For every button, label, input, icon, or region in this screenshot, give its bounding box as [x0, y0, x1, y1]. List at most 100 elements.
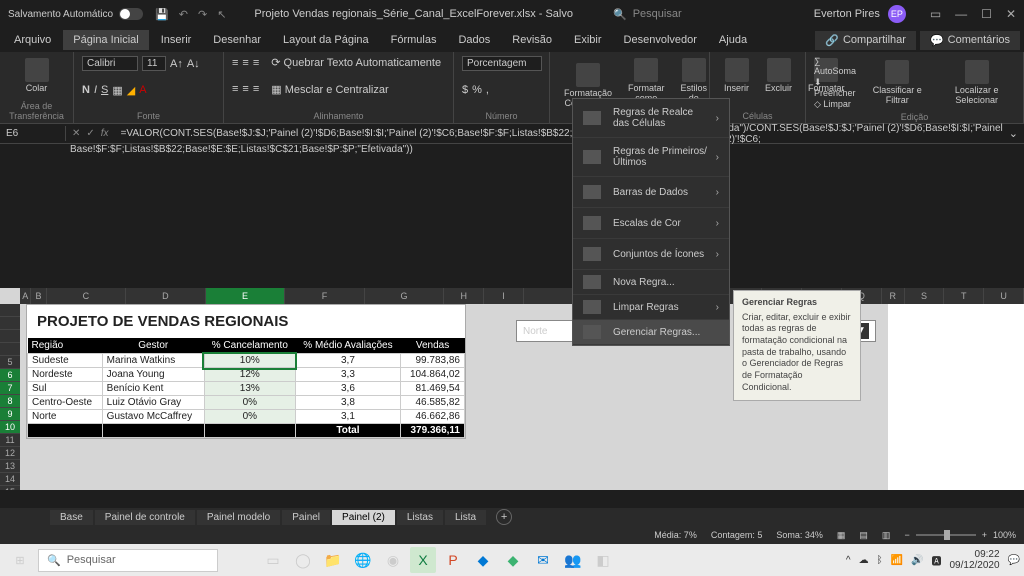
cf-highlight-rules[interactable]: Regras de Realce das Células› [573, 99, 729, 138]
percent-icon[interactable]: % [472, 84, 482, 96]
name-box[interactable]: E6 [0, 126, 66, 141]
sheet-tab-listas[interactable]: Listas [397, 510, 443, 525]
tab-dev[interactable]: Desenvolvedor [614, 30, 707, 50]
view-layout-icon[interactable]: ▤ [859, 530, 868, 541]
save-icon[interactable]: 💾 [155, 8, 169, 21]
autosave-toggle[interactable]: Salvamento Automático [8, 8, 143, 20]
col-e[interactable]: E [206, 288, 286, 304]
taskbar-search[interactable]: 🔍 Pesquisar [38, 549, 218, 572]
autosum-button[interactable]: ∑ AutoSoma [814, 56, 856, 76]
italic-button[interactable]: I [94, 84, 97, 96]
chrome-icon[interactable]: ◉ [380, 547, 406, 573]
cells[interactable]: PROJETO DE VENDAS REGIONAIS Região Gesto… [20, 304, 1024, 490]
cursor-icon[interactable]: ↖ [217, 8, 226, 21]
col-h[interactable]: H [444, 288, 484, 304]
tab-ajuda[interactable]: Ajuda [709, 30, 757, 50]
delete-cells-button[interactable]: Excluir [759, 56, 798, 96]
clock[interactable]: 09:22 09/12/2020 [949, 549, 999, 571]
col-a[interactable]: A [20, 288, 31, 304]
share-button[interactable]: 🔗 Compartilhar [815, 31, 916, 50]
tab-exibir[interactable]: Exibir [564, 30, 612, 50]
ribbon-options-icon[interactable]: ▭ [930, 7, 941, 21]
col-d[interactable]: D [126, 288, 206, 304]
sheet-tab-base[interactable]: Base [50, 510, 93, 525]
wifi-icon[interactable]: 📶 [891, 555, 903, 566]
sort-filter-button[interactable]: Classificar e Filtrar [864, 58, 930, 108]
col-b[interactable]: B [31, 288, 46, 304]
tab-revisao[interactable]: Revisão [502, 30, 562, 50]
wrap-text-button[interactable]: Quebrar Texto Automaticamente [284, 57, 442, 69]
view-normal-icon[interactable]: ▦ [837, 530, 846, 541]
zoom-out-icon[interactable]: − [904, 530, 909, 540]
user-area[interactable]: Everton Pires EP [814, 5, 906, 23]
col-u[interactable]: U [984, 288, 1024, 304]
onedrive-icon[interactable]: ☁ [859, 555, 869, 566]
cf-icon-sets[interactable]: Conjuntos de Ícones› [573, 239, 729, 270]
sheet-tab-painel-modelo[interactable]: Painel modelo [197, 510, 280, 525]
align-center-icon[interactable]: ≡ [242, 83, 248, 95]
merge-button[interactable]: Mesclar e Centralizar [285, 84, 389, 96]
expand-formula-icon[interactable]: ⌄ [1003, 127, 1024, 140]
tab-layout[interactable]: Layout da Página [273, 30, 379, 50]
col-g[interactable]: G [365, 288, 445, 304]
undo-icon[interactable]: ↶ [179, 8, 188, 21]
excel-icon[interactable]: X [410, 547, 436, 573]
col-i[interactable]: I [484, 288, 524, 304]
edge-icon[interactable]: 🌐 [350, 547, 376, 573]
close-icon[interactable]: ✕ [1006, 7, 1016, 21]
find-select-button[interactable]: Localizar e Selecionar [938, 58, 1015, 108]
fill-color-icon[interactable]: ◢ [127, 84, 135, 97]
tab-dados[interactable]: Dados [448, 30, 500, 50]
col-t[interactable]: T [944, 288, 984, 304]
currency-icon[interactable]: $ [462, 84, 468, 96]
tab-desenhar[interactable]: Desenhar [203, 30, 271, 50]
clear-button[interactable]: ◇ Limpar [814, 99, 856, 110]
sheet-tab-lista[interactable]: Lista [445, 510, 486, 525]
zoom-in-icon[interactable]: + [982, 530, 987, 540]
col-c[interactable]: C [47, 288, 127, 304]
teams-icon[interactable]: 👥 [560, 547, 586, 573]
maximize-icon[interactable]: ☐ [981, 7, 992, 21]
tab-formulas[interactable]: Fórmulas [381, 30, 447, 50]
cf-new-rule[interactable]: Nova Regra... [573, 270, 729, 295]
increase-font-icon[interactable]: A↑ [170, 58, 183, 70]
cf-color-scales[interactable]: Escalas de Cor› [573, 208, 729, 239]
cortana-icon[interactable]: ◯ [290, 547, 316, 573]
insert-cells-button[interactable]: Inserir [718, 56, 755, 96]
comments-button[interactable]: 💬 Comentários [920, 31, 1020, 50]
border-icon[interactable]: ▦ [112, 84, 122, 97]
camtasia-icon[interactable]: ◆ [500, 547, 526, 573]
font-size-input[interactable]: 11 [142, 56, 166, 71]
sheet-tab-painel[interactable]: Painel [282, 510, 330, 525]
align-left-icon[interactable]: ≡ [232, 83, 238, 95]
font-color-icon[interactable]: A [139, 84, 146, 96]
cf-clear-rules[interactable]: Limpar Regras› [573, 295, 729, 320]
align-top-icon[interactable]: ≡ [232, 57, 238, 69]
lang-icon[interactable]: 🅰 [931, 553, 941, 568]
view-break-icon[interactable]: ▥ [882, 530, 891, 541]
col-s[interactable]: S [905, 288, 945, 304]
cf-manage-rules[interactable]: Gerenciar Regras... [573, 320, 729, 345]
explorer-icon[interactable]: 📁 [320, 547, 346, 573]
sheet-tab-painel-controle[interactable]: Painel de controle [95, 510, 195, 525]
sheet-tab-painel2[interactable]: Painel (2) [332, 510, 395, 525]
outlook-icon[interactable]: ✉ [530, 547, 556, 573]
title-search[interactable]: 🔍 Pesquisar [605, 6, 690, 23]
bold-button[interactable]: N [82, 84, 90, 96]
cf-data-bars[interactable]: Barras de Dados› [573, 177, 729, 208]
col-f[interactable]: F [285, 288, 365, 304]
volume-icon[interactable]: 🔊 [911, 555, 923, 566]
underline-button[interactable]: S [101, 84, 108, 96]
start-button[interactable]: ⊞ [4, 546, 36, 574]
paste-button[interactable]: Colar [8, 56, 65, 96]
zoom-control[interactable]: − + 100% [904, 530, 1016, 540]
cancel-formula-icon[interactable]: ✕ [72, 128, 80, 139]
comma-icon[interactable]: , [486, 84, 489, 96]
tab-arquivo[interactable]: Arquivo [4, 30, 61, 50]
redo-icon[interactable]: ↷ [198, 8, 207, 21]
col-r[interactable]: R [882, 288, 905, 304]
powerpoint-icon[interactable]: P [440, 547, 466, 573]
vscode-icon[interactable]: ◆ [470, 547, 496, 573]
toggle-icon[interactable] [119, 8, 143, 20]
tab-pagina-inicial[interactable]: Página Inicial [63, 30, 148, 50]
